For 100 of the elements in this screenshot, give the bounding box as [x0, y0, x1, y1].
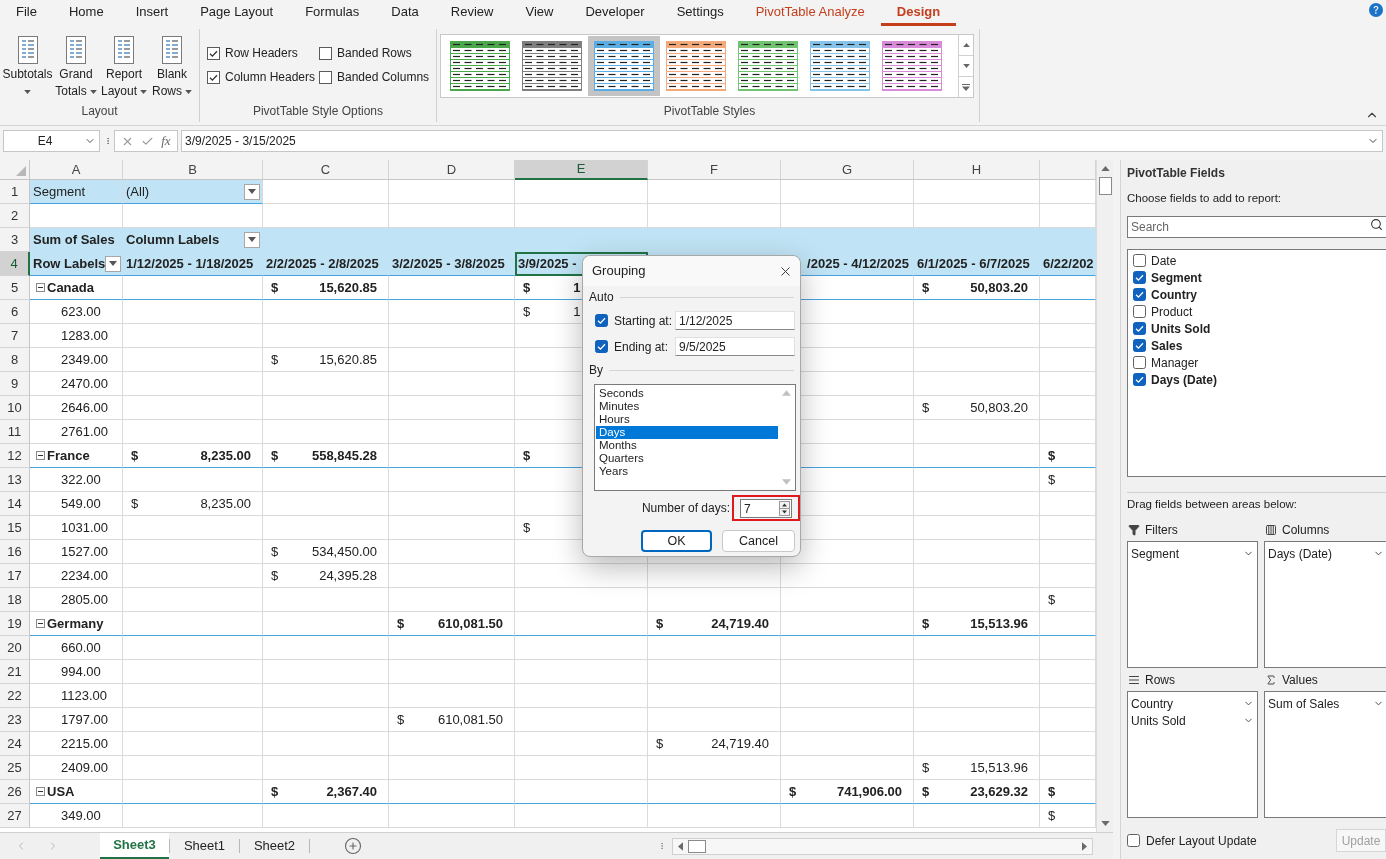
menu-tab[interactable]: File: [0, 0, 53, 26]
table-cell: [1040, 372, 1096, 396]
menu-tab[interactable]: Developer: [569, 0, 661, 26]
option-label[interactable]: Row Headers: [225, 44, 298, 62]
checkbox[interactable]: [1133, 305, 1146, 318]
dropdown-button[interactable]: [244, 231, 260, 248]
list-item[interactable]: Hours: [596, 413, 778, 426]
number-field[interactable]: 7: [740, 499, 792, 518]
area-field[interactable]: Sum of Sales: [1268, 694, 1340, 713]
field-label: Starting at:: [614, 312, 674, 330]
field-label[interactable]: Units Sold: [1151, 319, 1211, 338]
name-box[interactable]: E4: [3, 130, 100, 152]
checkbox[interactable]: [207, 70, 220, 84]
help-icon[interactable]: [1369, 3, 1383, 17]
table-cell: [1040, 684, 1096, 708]
menu-tab[interactable]: Formulas: [289, 0, 376, 26]
minus-box-icon[interactable]: [36, 451, 45, 460]
style-option[interactable]: [588, 36, 660, 96]
menu-tab[interactable]: Page Layout: [184, 0, 290, 26]
checkbox[interactable]: [1133, 271, 1146, 284]
currency-symbol: $: [922, 782, 930, 801]
text-field[interactable]: 9/5/2025: [675, 337, 795, 356]
minus-box-icon[interactable]: [36, 787, 45, 796]
dropdown-button[interactable]: [244, 183, 260, 200]
menu-tab[interactable]: View: [509, 0, 570, 26]
function-button[interactable]: fx: [161, 131, 171, 151]
drop-area[interactable]: Country Units Sold: [1127, 691, 1258, 818]
menu-tab[interactable]: Data: [375, 0, 435, 26]
search-field[interactable]: Search: [1127, 216, 1386, 238]
minus-box-icon[interactable]: [36, 619, 45, 628]
menu-tab[interactable]: PivotTable Analyze: [739, 0, 881, 26]
ribbon-button[interactable]: Report Layout: [100, 36, 148, 100]
formula-field[interactable]: 3/9/2025 - 3/15/2025: [181, 130, 1383, 152]
ribbon-button[interactable]: Grand Totals: [52, 36, 100, 100]
menu-tab[interactable]: Settings: [660, 0, 740, 26]
text-field[interactable]: 1/12/2025: [675, 311, 795, 330]
spin-arrows-icon[interactable]: [779, 501, 790, 516]
field-label[interactable]: Sales: [1151, 336, 1183, 355]
area-field[interactable]: Units Sold: [1131, 711, 1186, 730]
amount-text: 23,629.32: [970, 782, 1028, 801]
menu-tab[interactable]: Insert: [119, 0, 185, 26]
drop-area[interactable]: Days (Date): [1264, 541, 1386, 668]
field-label[interactable]: Days (Date): [1151, 370, 1218, 389]
dropdown-button[interactable]: [105, 255, 122, 272]
ribbon-button[interactable]: Subtotals: [3, 36, 52, 100]
scrollbar-track[interactable]: [672, 837, 1093, 855]
field-label[interactable]: Country: [1151, 285, 1197, 304]
checkbox[interactable]: [1127, 834, 1140, 847]
row-header: 27: [0, 804, 30, 828]
area-field[interactable]: Country: [1131, 694, 1174, 713]
list-item[interactable]: Seconds: [596, 387, 778, 400]
ribbon-button[interactable]: Blank Rows: [148, 36, 196, 100]
menu-tab[interactable]: Home: [52, 0, 120, 26]
row-header: 10: [0, 396, 30, 420]
checkbox[interactable]: [1133, 322, 1146, 335]
list-item[interactable]: Months: [596, 439, 778, 452]
field-label[interactable]: Manager: [1151, 353, 1199, 372]
checkbox[interactable]: [595, 340, 608, 353]
add-icon[interactable]: [344, 837, 362, 855]
scrollbar-thumb[interactable]: [1098, 177, 1112, 195]
drop-area[interactable]: Segment: [1127, 541, 1258, 668]
field-label[interactable]: Product: [1151, 302, 1193, 321]
checkbox[interactable]: [319, 70, 332, 84]
table-cell: 2470.00: [30, 372, 123, 396]
minus-box-icon[interactable]: [36, 283, 45, 292]
currency-symbol: $: [1048, 806, 1056, 825]
table-cell: [1040, 324, 1096, 348]
dialog-button[interactable]: OK: [641, 530, 712, 552]
checkbox[interactable]: [319, 46, 332, 60]
list-item[interactable]: Years: [596, 465, 778, 478]
dialog-button[interactable]: Cancel: [722, 530, 795, 552]
table-cell: [1040, 636, 1096, 660]
amount-text: 15,513.96: [970, 614, 1028, 633]
list-item[interactable]: Quarters: [596, 452, 778, 465]
checkbox[interactable]: [1133, 339, 1146, 352]
table-cell: 549.00: [30, 492, 123, 516]
sheet-tab[interactable]: Sheet3: [100, 833, 169, 859]
list-item[interactable]: Days: [596, 426, 778, 439]
area-field[interactable]: Days (Date): [1268, 544, 1332, 563]
field-label[interactable]: Segment: [1151, 268, 1202, 287]
group-label: PivotTable Style Options: [252, 103, 384, 120]
menu-tab[interactable]: Review: [434, 0, 510, 26]
checkbox-label[interactable]: Defer Layout Update: [1146, 831, 1257, 850]
field-label[interactable]: Date: [1151, 251, 1177, 270]
option-label[interactable]: Column Headers: [225, 68, 316, 86]
list-item[interactable]: Minutes: [596, 400, 778, 413]
checkbox[interactable]: [595, 314, 608, 327]
table-cell: 2349.00: [30, 348, 123, 372]
checkbox[interactable]: [1133, 356, 1146, 369]
interval-list[interactable]: Seconds Minutes Hours Days Months Quarters Years: [594, 384, 796, 491]
checkbox[interactable]: [207, 46, 220, 60]
search-icon[interactable]: [1370, 218, 1383, 231]
checkbox[interactable]: [1133, 373, 1146, 386]
scrollbar-thumb[interactable]: [688, 839, 706, 853]
checkbox[interactable]: [1133, 254, 1146, 267]
drop-area[interactable]: Sum of Sales: [1264, 691, 1386, 818]
option-label[interactable]: Banded Columns: [337, 68, 430, 86]
area-field[interactable]: Segment: [1131, 544, 1180, 563]
checkbox[interactable]: [1133, 288, 1146, 301]
option-label[interactable]: Banded Rows: [337, 44, 412, 62]
